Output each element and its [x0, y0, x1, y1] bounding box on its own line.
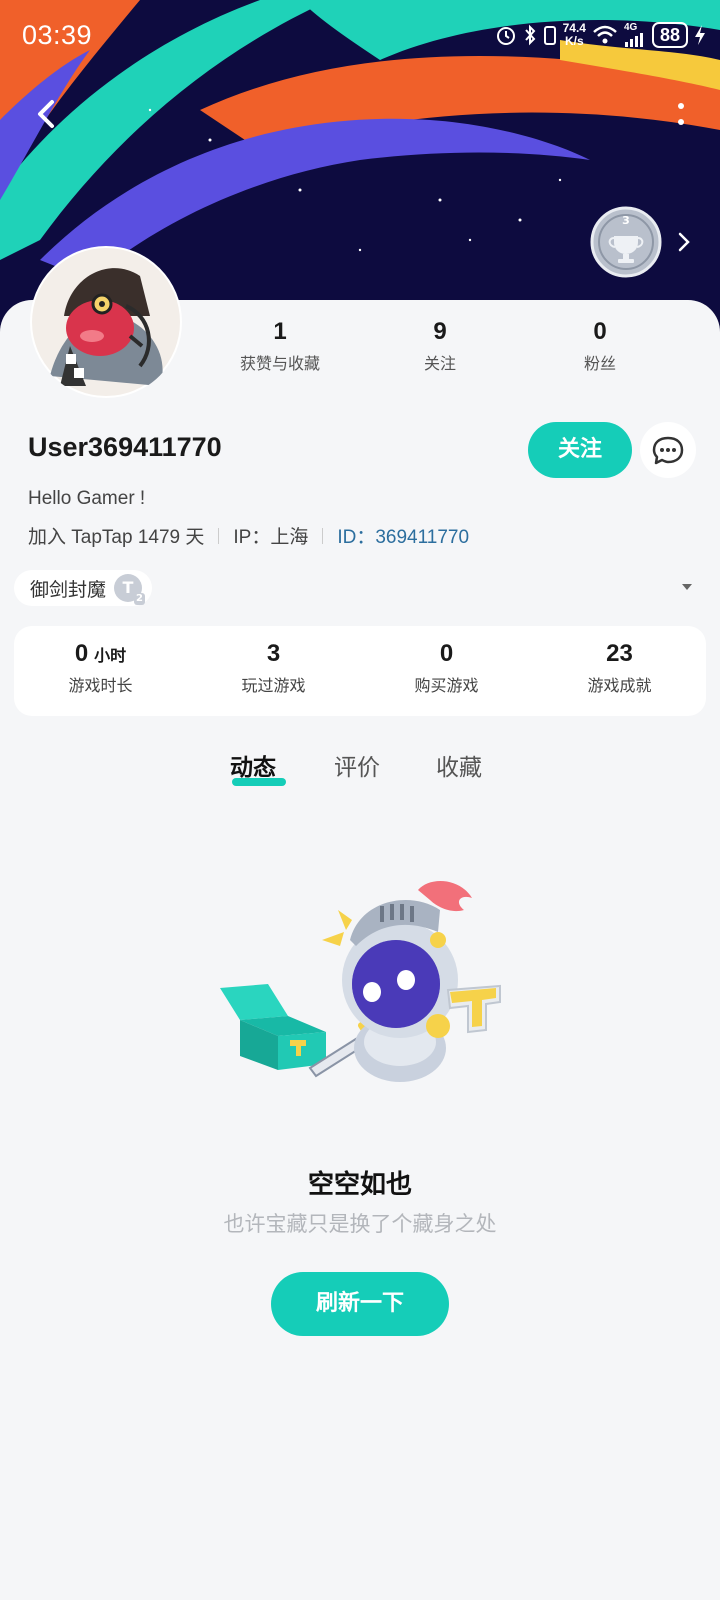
- stat-following-value: 9: [433, 318, 447, 345]
- ip-location: IP：上海: [233, 527, 309, 548]
- message-button[interactable]: [640, 422, 696, 478]
- purchased-games-value: 0: [439, 640, 454, 667]
- purchased-games-label: 购买游戏: [414, 676, 479, 695]
- stat-followers-label: 粉丝: [583, 354, 616, 373]
- played-games-value: 3: [266, 640, 281, 667]
- alarm-icon: [496, 27, 515, 45]
- status-bar: 03:39 74.4 K/s 4G 88: [0, 0, 720, 76]
- title-chip-label: 御剑封魔: [30, 578, 107, 601]
- trophy-level: 3: [622, 214, 630, 227]
- game-stats-panel: 0 小时 游戏时长 3 玩过游戏 0 购买游戏 23 游戏成就: [14, 626, 706, 716]
- wifi-icon: [593, 25, 617, 44]
- user-title-chip[interactable]: 御剑封魔 T 2: [14, 570, 153, 606]
- stat-likes[interactable]: 1 获赞与收藏: [210, 318, 350, 374]
- achievement-badge[interactable]: 3: [590, 206, 662, 278]
- empty-state-subtitle: 也许宝藏只是换了个藏身之处: [223, 1212, 497, 1236]
- join-days: 加入 TapTap 1479 天: [28, 527, 205, 548]
- signal-icon: [624, 33, 643, 47]
- achievements-value: 23: [606, 640, 633, 667]
- play-time-label: 游戏时长: [68, 676, 133, 695]
- stat-play-time[interactable]: 0 小时 游戏时长: [14, 640, 187, 696]
- bio-text: Hello Gamer !: [28, 488, 146, 509]
- user-id[interactable]: ID：369411770: [337, 522, 469, 549]
- avatar[interactable]: [30, 246, 182, 398]
- stat-achievements[interactable]: 23 游戏成就: [533, 640, 706, 696]
- stat-likes-label: 获赞与收藏: [239, 354, 320, 373]
- title-badge-letter: T: [122, 578, 134, 597]
- clock-time: 03:39: [22, 20, 93, 50]
- stat-followers-value: 0: [593, 318, 607, 345]
- achievements-label: 游戏成就: [587, 676, 652, 695]
- profile-meta: 加入 TapTap 1479 天 IP：上海 ID：369411770: [28, 522, 469, 549]
- play-time-value: 0 小时: [14, 640, 187, 668]
- chevron-right-icon[interactable]: [676, 228, 692, 256]
- content-tabs: 动态 评价 收藏: [0, 748, 720, 798]
- tab-reviews[interactable]: 评价: [334, 748, 380, 782]
- tab-activity[interactable]: 动态: [230, 748, 276, 782]
- stat-following-label: 关注: [423, 354, 456, 373]
- back-arrow-icon[interactable]: [30, 96, 66, 132]
- net-speed: 74.4 K/s: [563, 22, 586, 48]
- divider: [322, 527, 324, 544]
- more-options-icon[interactable]: [676, 100, 686, 128]
- follow-button[interactable]: 关注: [528, 422, 632, 478]
- stat-purchased-games[interactable]: 0 购买游戏: [360, 640, 533, 696]
- played-games-label: 玩过游戏: [241, 676, 306, 695]
- stat-following[interactable]: 9 关注: [370, 318, 510, 374]
- divider: [218, 527, 220, 544]
- vibrate-icon: [543, 26, 556, 45]
- stat-played-games[interactable]: 3 玩过游戏: [187, 640, 360, 696]
- title-badge-level: 2: [134, 593, 146, 605]
- refresh-button[interactable]: 刷新一下: [271, 1272, 449, 1336]
- empty-state-title: 空空如也: [307, 1170, 412, 1200]
- empty-state-illustration: [220, 880, 501, 1082]
- status-icons: 74.4 K/s 4G 88: [495, 22, 706, 48]
- bluetooth-icon: [524, 24, 535, 46]
- play-time-unit: 小时: [94, 648, 127, 665]
- charging-icon: [695, 25, 705, 45]
- profile-stats: 1 获赞与收藏 9 关注 0 粉丝: [200, 318, 720, 378]
- caret-down-icon[interactable]: [680, 582, 694, 592]
- cell-signal: 4G: [624, 23, 646, 47]
- username: User369411770: [28, 432, 222, 462]
- net-speed-unit: K/s: [564, 34, 584, 48]
- network-type: 4G: [623, 22, 638, 33]
- battery-level: 88: [651, 22, 688, 48]
- title-level-badge: T 2: [114, 574, 146, 605]
- tab-favorites[interactable]: 收藏: [436, 748, 482, 782]
- chat-bubble-icon: [652, 436, 684, 465]
- stat-likes-value: 1: [273, 318, 287, 345]
- play-time-number: 0: [74, 640, 89, 667]
- stat-followers[interactable]: 0 粉丝: [530, 318, 670, 374]
